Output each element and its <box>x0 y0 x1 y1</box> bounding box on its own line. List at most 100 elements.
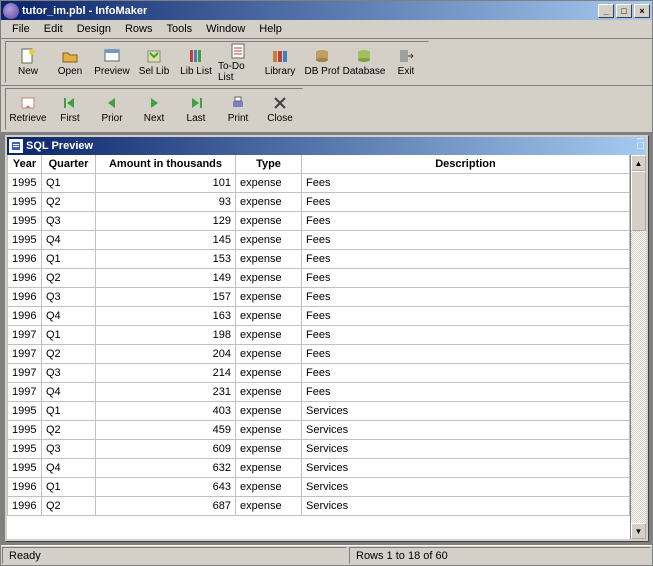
cell-desc[interactable]: Services <box>302 401 630 420</box>
cell-type[interactable]: expense <box>236 420 302 439</box>
cell-amount[interactable]: 153 <box>96 249 236 268</box>
cell-quarter[interactable]: Q1 <box>42 249 96 268</box>
cell-year[interactable]: 1995 <box>8 230 42 249</box>
scroll-thumb[interactable] <box>631 171 646 231</box>
cell-quarter[interactable]: Q4 <box>42 382 96 401</box>
toolbar-library-button[interactable]: Library <box>259 43 301 81</box>
cell-quarter[interactable]: Q3 <box>42 287 96 306</box>
cell-year[interactable]: 1995 <box>8 458 42 477</box>
table-row[interactable]: 1996Q2687expenseServices <box>8 496 630 515</box>
toolbar-close-button[interactable]: Close <box>259 90 301 128</box>
toolbar-retrieve-button[interactable]: Retrieve <box>7 90 49 128</box>
cell-quarter[interactable]: Q1 <box>42 477 96 496</box>
cell-year[interactable]: 1996 <box>8 249 42 268</box>
cell-year[interactable]: 1996 <box>8 287 42 306</box>
data-grid[interactable]: Year Quarter Amount in thousands Type De… <box>7 155 630 516</box>
cell-year[interactable]: 1995 <box>8 401 42 420</box>
cell-amount[interactable]: 231 <box>96 382 236 401</box>
table-row[interactable]: 1995Q4145expenseFees <box>8 230 630 249</box>
cell-quarter[interactable]: Q2 <box>42 268 96 287</box>
cell-amount[interactable]: 129 <box>96 211 236 230</box>
cell-amount[interactable]: 101 <box>96 173 236 192</box>
cell-type[interactable]: expense <box>236 306 302 325</box>
cell-quarter[interactable]: Q3 <box>42 439 96 458</box>
cell-year[interactable]: 1997 <box>8 325 42 344</box>
toolbar-print-button[interactable]: Print <box>217 90 259 128</box>
table-row[interactable]: 1997Q4231expenseFees <box>8 382 630 401</box>
cell-quarter[interactable]: Q4 <box>42 230 96 249</box>
minimize-button[interactable]: _ <box>598 4 614 18</box>
scroll-down-button[interactable]: ▼ <box>631 523 646 539</box>
cell-desc[interactable]: Services <box>302 420 630 439</box>
maximize-button[interactable]: □ <box>616 4 632 18</box>
cell-desc[interactable]: Services <box>302 477 630 496</box>
cell-desc[interactable]: Fees <box>302 211 630 230</box>
table-row[interactable]: 1995Q1403expenseServices <box>8 401 630 420</box>
col-type[interactable]: Type <box>236 155 302 173</box>
cell-type[interactable]: expense <box>236 325 302 344</box>
cell-desc[interactable]: Fees <box>302 287 630 306</box>
toolbar-todo-button[interactable]: To-Do List <box>217 43 259 81</box>
cell-amount[interactable]: 198 <box>96 325 236 344</box>
table-row[interactable]: 1997Q1198expenseFees <box>8 325 630 344</box>
table-row[interactable]: 1995Q3129expenseFees <box>8 211 630 230</box>
cell-quarter[interactable]: Q3 <box>42 363 96 382</box>
cell-desc[interactable]: Fees <box>302 192 630 211</box>
menu-design[interactable]: Design <box>70 21 118 37</box>
toolbar-prior-button[interactable]: Prior <box>91 90 133 128</box>
child-minimize-button[interactable]: _ <box>637 133 644 140</box>
scroll-track[interactable] <box>631 231 646 523</box>
toolbar-new-button[interactable]: New <box>7 43 49 81</box>
table-row[interactable]: 1995Q2459expenseServices <box>8 420 630 439</box>
cell-desc[interactable]: Fees <box>302 344 630 363</box>
toolbar-next-button[interactable]: Next <box>133 90 175 128</box>
cell-year[interactable]: 1997 <box>8 363 42 382</box>
cell-year[interactable]: 1996 <box>8 477 42 496</box>
toolbar-preview-button[interactable]: Preview <box>91 43 133 81</box>
cell-desc[interactable]: Services <box>302 496 630 515</box>
toolbar-liblist-button[interactable]: Lib List <box>175 43 217 81</box>
cell-quarter[interactable]: Q4 <box>42 458 96 477</box>
cell-amount[interactable]: 403 <box>96 401 236 420</box>
cell-desc[interactable]: Fees <box>302 325 630 344</box>
toolbar-first-button[interactable]: First <box>49 90 91 128</box>
cell-type[interactable]: expense <box>236 173 302 192</box>
cell-desc[interactable]: Services <box>302 458 630 477</box>
cell-amount[interactable]: 459 <box>96 420 236 439</box>
cell-year[interactable]: 1995 <box>8 173 42 192</box>
cell-type[interactable]: expense <box>236 382 302 401</box>
cell-type[interactable]: expense <box>236 230 302 249</box>
cell-year[interactable]: 1997 <box>8 344 42 363</box>
toolbar-dbprof-button[interactable]: DB Prof <box>301 43 343 81</box>
cell-type[interactable]: expense <box>236 211 302 230</box>
cell-amount[interactable]: 157 <box>96 287 236 306</box>
cell-type[interactable]: expense <box>236 363 302 382</box>
toolbar-sellib-button[interactable]: Sel Lib <box>133 43 175 81</box>
cell-quarter[interactable]: Q1 <box>42 173 96 192</box>
cell-desc[interactable]: Services <box>302 439 630 458</box>
cell-quarter[interactable]: Q2 <box>42 496 96 515</box>
table-row[interactable]: 1996Q4163expenseFees <box>8 306 630 325</box>
table-row[interactable]: 1996Q3157expenseFees <box>8 287 630 306</box>
menu-file[interactable]: File <box>5 21 37 37</box>
table-row[interactable]: 1995Q3609expenseServices <box>8 439 630 458</box>
col-quarter[interactable]: Quarter <box>42 155 96 173</box>
menu-tools[interactable]: Tools <box>159 21 199 37</box>
cell-type[interactable]: expense <box>236 287 302 306</box>
toolbar-open-button[interactable]: Open <box>49 43 91 81</box>
cell-year[interactable]: 1997 <box>8 382 42 401</box>
cell-amount[interactable]: 609 <box>96 439 236 458</box>
cell-quarter[interactable]: Q2 <box>42 344 96 363</box>
cell-amount[interactable]: 163 <box>96 306 236 325</box>
cell-amount[interactable]: 145 <box>96 230 236 249</box>
cell-desc[interactable]: Fees <box>302 268 630 287</box>
menu-help[interactable]: Help <box>252 21 289 37</box>
table-row[interactable]: 1996Q2149expenseFees <box>8 268 630 287</box>
cell-amount[interactable]: 687 <box>96 496 236 515</box>
col-amount[interactable]: Amount in thousands <box>96 155 236 173</box>
cell-year[interactable]: 1995 <box>8 211 42 230</box>
table-row[interactable]: 1995Q293expenseFees <box>8 192 630 211</box>
child-maximize-button[interactable]: □ <box>637 140 644 152</box>
cell-year[interactable]: 1996 <box>8 496 42 515</box>
cell-desc[interactable]: Fees <box>302 363 630 382</box>
